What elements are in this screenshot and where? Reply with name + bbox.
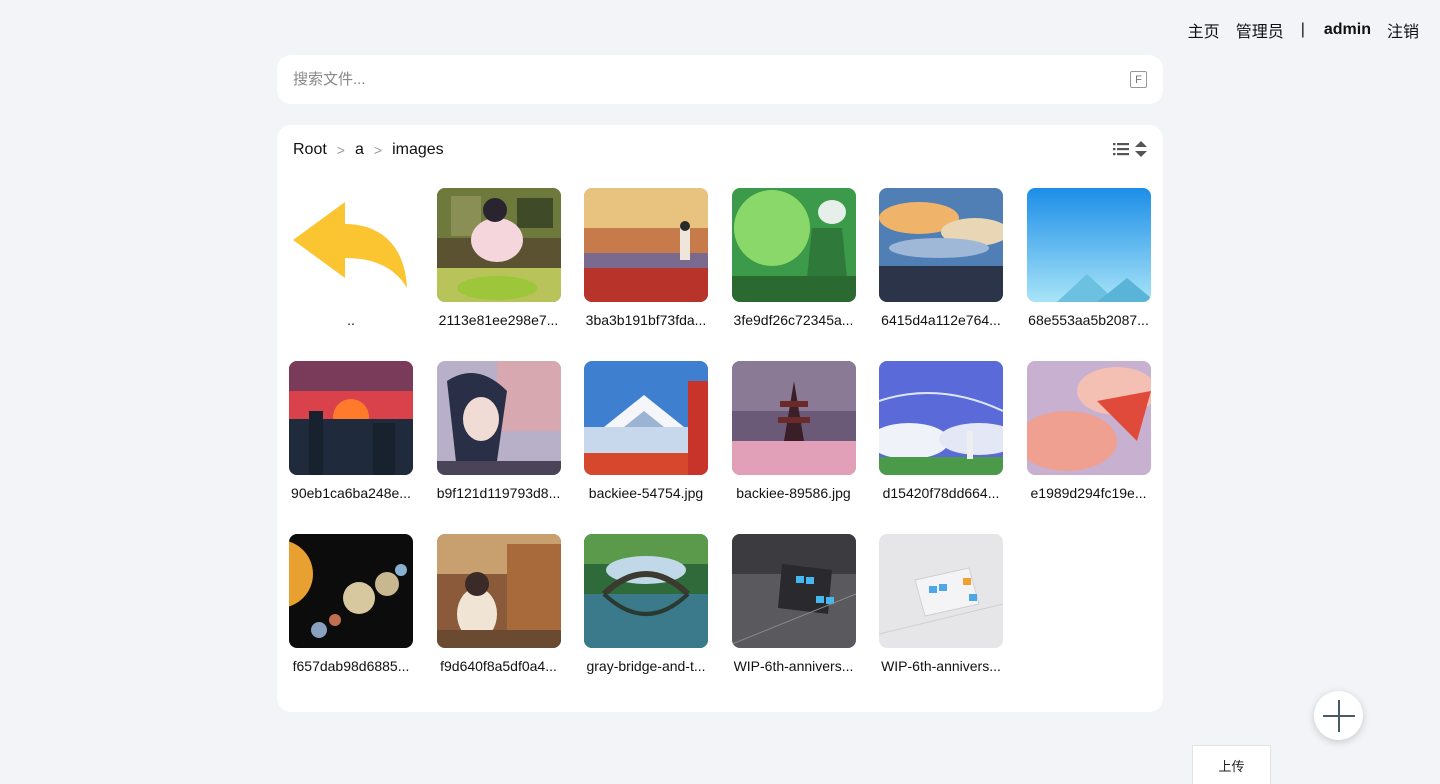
nav-admin-link[interactable]: 管理员 <box>1236 18 1284 42</box>
file-label: .. <box>347 312 355 328</box>
nav-home-link[interactable]: 主页 <box>1188 18 1220 42</box>
file-tile[interactable]: 3fe9df26c72345a... <box>731 188 856 339</box>
image-thumbnail <box>1026 361 1151 475</box>
image-thumbnail <box>289 534 413 648</box>
image-thumbnail <box>436 188 561 302</box>
file-tile[interactable]: f657dab98d6885... <box>289 534 413 685</box>
file-label: f657dab98d6885... <box>292 658 410 674</box>
file-tile[interactable]: d15420f78dd664... <box>879 361 1003 512</box>
file-grid: .. 2113e81ee298e7... 3ba3b191bf73fda... … <box>289 188 1151 685</box>
file-tile-parent[interactable]: .. <box>289 188 413 339</box>
file-label: gray-bridge-and-t... <box>586 658 706 674</box>
image-thumbnail <box>584 361 708 475</box>
file-label: 68e553aa5b2087... <box>1028 312 1149 328</box>
file-tile[interactable]: e1989d294fc19e... <box>1026 361 1151 512</box>
breadcrumb-images[interactable]: images <box>392 141 444 159</box>
image-thumbnail <box>731 188 856 302</box>
image-thumbnail <box>879 188 1003 302</box>
add-fab-button[interactable] <box>1314 691 1363 740</box>
file-tile[interactable]: 6415d4a112e764... <box>879 188 1003 339</box>
breadcrumb-root[interactable]: Root <box>293 141 327 159</box>
file-label: 6415d4a112e764... <box>881 312 1001 328</box>
file-tile[interactable]: 2113e81ee298e7... <box>436 188 561 339</box>
nav-separator: | <box>1300 21 1305 38</box>
file-label: WIP-6th-annivers... <box>881 658 1001 674</box>
file-label: b9f121d119793d8... <box>436 485 561 501</box>
file-label: WIP-6th-annivers... <box>733 658 854 674</box>
image-thumbnail <box>731 361 856 475</box>
sort-icon[interactable] <box>1135 141 1147 162</box>
image-thumbnail <box>879 361 1003 475</box>
nav-username[interactable]: admin <box>1324 21 1371 39</box>
search-bar: F <box>277 55 1163 104</box>
breadcrumb-separator: > <box>336 142 345 158</box>
image-thumbnail <box>731 534 856 648</box>
file-label: 3ba3b191bf73fda... <box>585 312 707 328</box>
upload-button[interactable]: 上传 <box>1192 745 1271 784</box>
image-thumbnail <box>879 534 1003 648</box>
breadcrumb-separator: > <box>373 142 383 158</box>
file-browser-panel: Root > a > images .. 2113e81ee298e7... 3… <box>277 125 1163 712</box>
breadcrumb: Root > a > images <box>293 141 444 159</box>
file-tile[interactable]: WIP-6th-annivers... <box>879 534 1003 685</box>
file-tile[interactable]: backiee-54754.jpg <box>584 361 708 512</box>
top-nav: 主页 管理员 | admin 注销 <box>1188 18 1419 42</box>
file-label: d15420f78dd664... <box>882 485 1000 501</box>
back-arrow-icon <box>289 188 413 302</box>
image-thumbnail <box>1026 188 1151 302</box>
file-label: 3fe9df26c72345a... <box>733 312 854 328</box>
file-tile[interactable]: WIP-6th-annivers... <box>731 534 856 685</box>
file-label: 2113e81ee298e7... <box>438 312 559 328</box>
image-thumbnail <box>289 361 413 475</box>
file-label: backiee-89586.jpg <box>736 485 851 501</box>
file-tile[interactable]: f9d640f8a5df0a4... <box>436 534 561 685</box>
image-thumbnail <box>584 534 708 648</box>
image-thumbnail <box>436 361 561 475</box>
view-tools <box>1113 141 1147 162</box>
search-input[interactable] <box>293 71 1130 88</box>
image-thumbnail <box>584 188 708 302</box>
file-label: 90eb1ca6ba248e... <box>291 485 411 501</box>
list-view-icon[interactable] <box>1113 142 1129 161</box>
nav-logout-link[interactable]: 注销 <box>1387 18 1419 42</box>
breadcrumb-a[interactable]: a <box>355 141 364 159</box>
plus-icon <box>1322 699 1355 732</box>
file-label: backiee-54754.jpg <box>588 485 704 501</box>
file-tile[interactable]: 3ba3b191bf73fda... <box>584 188 708 339</box>
file-tile[interactable]: b9f121d119793d8... <box>436 361 561 512</box>
file-tile[interactable]: backiee-89586.jpg <box>731 361 856 512</box>
keyboard-key-icon: F <box>1130 71 1147 88</box>
file-tile[interactable]: gray-bridge-and-t... <box>584 534 708 685</box>
file-tile[interactable]: 68e553aa5b2087... <box>1026 188 1151 339</box>
file-tile[interactable]: 90eb1ca6ba248e... <box>289 361 413 512</box>
file-label: f9d640f8a5df0a4... <box>440 658 557 674</box>
file-label: e1989d294fc19e... <box>1030 485 1147 501</box>
image-thumbnail <box>436 534 561 648</box>
